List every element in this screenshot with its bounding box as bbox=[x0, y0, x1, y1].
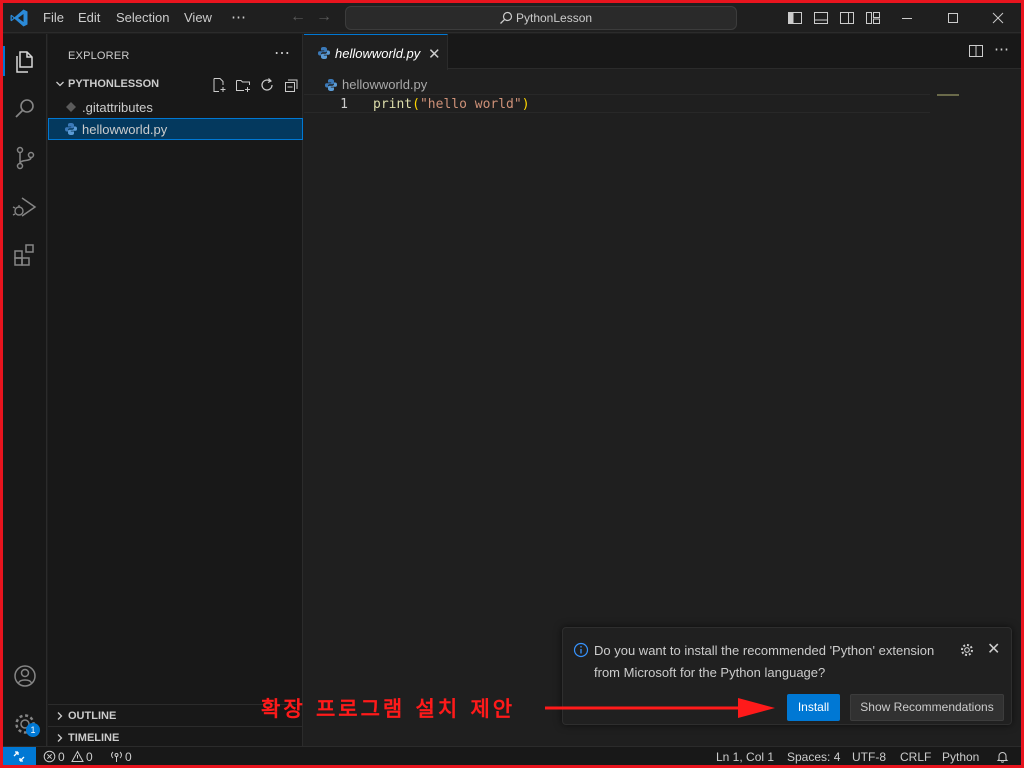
file-label: hellowworld.py bbox=[82, 122, 168, 137]
active-indicator bbox=[3, 46, 5, 76]
annotation-label: 확장 프로그램 설치 제안 bbox=[261, 697, 516, 721]
folder-name: PYTHONLESSON bbox=[68, 78, 160, 90]
indentation[interactable]: Spaces: 4 bbox=[787, 750, 840, 764]
forward-arrow-icon[interactable]: → bbox=[316, 8, 332, 26]
vscode-window: File Edit Selection View ⋯ ← → PythonLes… bbox=[3, 3, 1021, 765]
notification-message: Do you want to install the recommended '… bbox=[594, 643, 935, 680]
menu-view[interactable]: View bbox=[184, 10, 212, 25]
close-icon[interactable]: ✕ bbox=[987, 639, 1000, 659]
line-number: 1 bbox=[340, 97, 348, 112]
tab-close-icon[interactable]: ✕ bbox=[428, 45, 441, 63]
ports-count[interactable]: 0 bbox=[125, 750, 132, 764]
toggle-primary-sidebar-icon[interactable] bbox=[787, 10, 803, 26]
python-file-icon bbox=[318, 47, 330, 59]
code-line[interactable]: 1 print("hello world") bbox=[304, 94, 930, 113]
gear-icon[interactable] bbox=[959, 642, 975, 658]
bell-icon[interactable] bbox=[996, 750, 1009, 763]
chevron-right-icon bbox=[57, 712, 63, 720]
outline-label: OUTLINE bbox=[68, 710, 117, 722]
file-item-hellowworld[interactable]: hellowworld.py bbox=[48, 118, 303, 140]
timeline-section-header[interactable]: TIMELINE bbox=[48, 726, 303, 748]
menu-file[interactable]: File bbox=[43, 10, 64, 25]
remote-icon bbox=[13, 751, 25, 762]
command-center-text: PythonLesson bbox=[516, 11, 593, 25]
new-file-icon[interactable] bbox=[211, 77, 227, 93]
refresh-icon[interactable] bbox=[259, 77, 275, 93]
tab-label: hellowworld.py bbox=[335, 46, 421, 61]
run-debug-icon[interactable] bbox=[11, 193, 39, 221]
install-button[interactable]: Install bbox=[787, 694, 840, 721]
minimap[interactable] bbox=[937, 94, 959, 96]
editor-more-button[interactable]: ⋯ bbox=[994, 40, 1009, 58]
minimize-icon[interactable] bbox=[884, 3, 930, 33]
explorer-more-button[interactable]: ⋯ bbox=[274, 43, 290, 63]
git-file-icon bbox=[66, 102, 76, 112]
menu-more[interactable]: ⋯ bbox=[231, 8, 246, 26]
code-function: print bbox=[373, 97, 413, 112]
chevron-right-icon bbox=[57, 734, 63, 742]
folder-header[interactable]: PYTHONLESSON bbox=[48, 74, 303, 96]
breadcrumb-file: hellowworld.py bbox=[342, 77, 428, 92]
code-string: "hello world" bbox=[419, 97, 522, 112]
explorer-title: EXPLORER bbox=[68, 50, 130, 62]
collapse-all-icon[interactable] bbox=[283, 77, 299, 93]
line-ending[interactable]: CRLF bbox=[900, 750, 931, 764]
status-bar: 0 0 0 Ln 1, Col 1 Spaces: 4 UTF-8 CRLF P… bbox=[3, 746, 1021, 765]
warning-icon[interactable] bbox=[71, 750, 84, 763]
search-icon[interactable] bbox=[11, 95, 39, 123]
code-paren-open: ( bbox=[412, 97, 420, 112]
warning-count[interactable]: 0 bbox=[86, 750, 93, 764]
extensions-icon[interactable] bbox=[11, 241, 39, 269]
customize-layout-icon[interactable] bbox=[865, 10, 881, 26]
toggle-secondary-sidebar-icon[interactable] bbox=[839, 10, 855, 26]
maximize-icon[interactable] bbox=[930, 3, 976, 33]
show-recommendations-button[interactable]: Show Recommendations bbox=[850, 694, 1004, 721]
account-icon[interactable] bbox=[11, 662, 39, 690]
error-count[interactable]: 0 bbox=[58, 750, 65, 764]
code-text: print("hello world") bbox=[373, 97, 530, 112]
language-mode[interactable]: Python bbox=[942, 750, 979, 764]
menu-edit[interactable]: Edit bbox=[78, 10, 100, 25]
annotation-arrow-icon bbox=[545, 698, 775, 718]
explorer-sidebar: EXPLORER ⋯ PYTHONLESSON .gitattributes h… bbox=[48, 34, 303, 746]
python-file-icon bbox=[325, 79, 337, 91]
close-window-icon[interactable] bbox=[975, 3, 1021, 33]
ports-icon[interactable] bbox=[110, 750, 123, 763]
file-label: .gitattributes bbox=[82, 100, 153, 115]
remote-indicator[interactable] bbox=[3, 747, 36, 765]
file-item-gitattributes[interactable]: .gitattributes bbox=[48, 96, 303, 118]
python-file-icon bbox=[65, 123, 77, 135]
menu-selection[interactable]: Selection bbox=[116, 10, 169, 25]
encoding[interactable]: UTF-8 bbox=[852, 750, 886, 764]
timeline-label: TIMELINE bbox=[68, 732, 120, 744]
error-icon[interactable] bbox=[43, 750, 56, 763]
info-icon bbox=[573, 642, 589, 658]
vscode-logo-icon bbox=[10, 9, 28, 27]
chevron-down-icon bbox=[56, 81, 64, 87]
activity-bar bbox=[3, 34, 47, 746]
editor-tab-bar: hellowworld.py ✕ ⋯ bbox=[304, 34, 1021, 70]
explorer-icon[interactable] bbox=[11, 48, 39, 76]
back-arrow-icon[interactable]: ← bbox=[290, 8, 306, 26]
search-icon bbox=[500, 11, 513, 24]
account-badge: 1 bbox=[26, 723, 40, 737]
title-bar: File Edit Selection View ⋯ ← → PythonLes… bbox=[3, 3, 1021, 33]
code-paren-close: ) bbox=[521, 97, 530, 112]
split-editor-icon[interactable] bbox=[968, 43, 984, 59]
new-folder-icon[interactable] bbox=[235, 77, 251, 93]
cursor-position[interactable]: Ln 1, Col 1 bbox=[716, 750, 774, 764]
command-center-search[interactable]: PythonLesson bbox=[345, 6, 737, 30]
tab-hellowworld[interactable]: hellowworld.py ✕ bbox=[304, 34, 448, 70]
source-control-icon[interactable] bbox=[11, 144, 39, 172]
toggle-panel-icon[interactable] bbox=[813, 10, 829, 26]
